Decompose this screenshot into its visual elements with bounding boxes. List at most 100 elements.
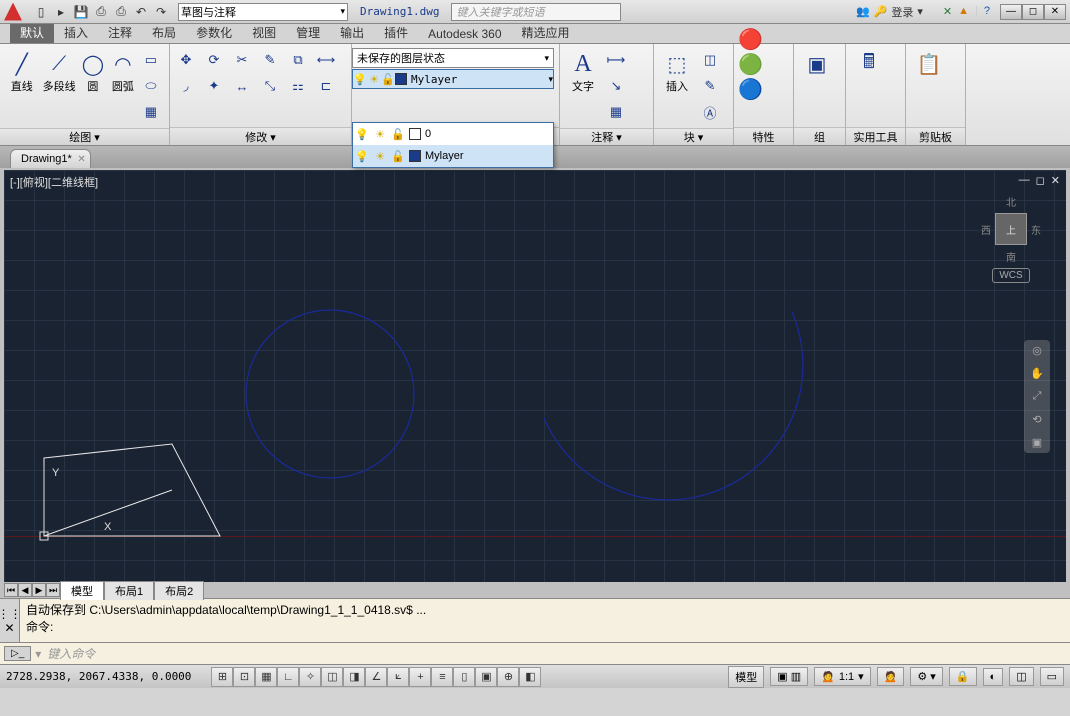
create-block-icon[interactable]: ◫ <box>698 48 722 72</box>
trim-icon[interactable]: ✂ <box>230 48 254 72</box>
circle-button[interactable]: ◯圆 <box>79 48 107 124</box>
help-icon[interactable]: ? <box>984 5 990 18</box>
command-input[interactable]: ▷_ ▾ 键入命令 <box>0 642 1070 664</box>
print-icon[interactable]: ⎙ <box>112 3 130 21</box>
app-logo[interactable] <box>4 3 22 21</box>
properties-button[interactable]: 🔴🟢🔵 <box>738 48 776 123</box>
leader-icon[interactable]: ↘ <box>604 74 628 98</box>
layout-tab-2[interactable]: 布局2 <box>154 581 204 600</box>
sb-otrack-icon[interactable]: ∠ <box>365 667 387 687</box>
new-icon[interactable]: ▯ <box>32 3 50 21</box>
clipboard-button[interactable]: 📋 <box>910 48 948 123</box>
command-handle[interactable]: ⋮⋮✕ <box>0 599 20 642</box>
coordinates[interactable]: 2728.2938, 2067.4338, 0.0000 <box>6 670 191 683</box>
sb-ortho-icon[interactable]: ∟ <box>277 667 299 687</box>
saveas-icon[interactable]: ⎙ <box>92 3 110 21</box>
redo-icon[interactable]: ↷ <box>152 3 170 21</box>
stretch-icon[interactable]: ↔ <box>230 74 254 98</box>
layer-color-0[interactable] <box>409 128 421 140</box>
table-icon[interactable]: ▦ <box>604 100 628 124</box>
layer-current-dropdown[interactable]: 💡 ☀ 🔓 Mylayer ▾ <box>352 69 554 89</box>
explode-icon[interactable]: ✦ <box>202 74 226 98</box>
layer-color-mylayer[interactable] <box>409 150 421 162</box>
lt-first-icon[interactable]: ⏮ <box>4 583 18 597</box>
open-icon[interactable]: ▸ <box>52 3 70 21</box>
utilities-button[interactable]: 🖩 <box>850 48 888 123</box>
tab-output[interactable]: 输出 <box>330 22 374 43</box>
tab-annotate[interactable]: 注释 <box>98 22 142 43</box>
a360-icon[interactable]: ▲ <box>958 5 969 18</box>
dimension-icon[interactable]: ⟼ <box>604 48 628 72</box>
layout-tab-model[interactable]: 模型 <box>60 581 104 600</box>
sb-sc-icon[interactable]: ⊕ <box>497 667 519 687</box>
panel-clipboard-label[interactable]: 剪贴板 <box>906 127 965 145</box>
lt-next-icon[interactable]: ▶ <box>32 583 46 597</box>
text-button[interactable]: A文字 <box>564 48 602 124</box>
panel-annotation-label[interactable]: 注释 ▾ <box>560 128 653 145</box>
sb-grid-icon[interactable]: ▦ <box>255 667 277 687</box>
sb-dyn-icon[interactable]: + <box>409 667 431 687</box>
layer-row-0[interactable]: 💡 ☀ 🔓 0 <box>353 123 553 145</box>
minimize-button[interactable]: — <box>1000 4 1022 20</box>
tab-parametric[interactable]: 参数化 <box>186 22 242 43</box>
close-button[interactable]: ✕ <box>1044 4 1066 20</box>
sb-layout-nav[interactable]: ▣ ▥ <box>770 667 808 686</box>
sb-polar-icon[interactable]: ✧ <box>299 667 321 687</box>
workspace-dropdown[interactable]: 草图与注释 <box>178 3 348 21</box>
panel-draw-label[interactable]: 绘图 ▾ <box>0 128 169 145</box>
copy-icon[interactable]: ⧉ <box>286 48 310 72</box>
sb-osnap-icon[interactable]: ◫ <box>321 667 343 687</box>
bulb-icon[interactable]: 💡 <box>355 127 369 141</box>
rotate-icon[interactable]: ⟳ <box>202 48 226 72</box>
panel-group-label[interactable]: 组 <box>794 127 845 145</box>
close-icon[interactable]: ✕ <box>77 154 85 165</box>
sb-tpy-icon[interactable]: ▯ <box>453 667 475 687</box>
panel-block-label[interactable]: 块 ▾ <box>654 128 733 145</box>
maximize-button[interactable]: ◻ <box>1022 4 1044 20</box>
tab-default[interactable]: 默认 <box>10 22 54 43</box>
polyline-button[interactable]: ⟋多段线 <box>41 48 76 124</box>
panel-utilities-label[interactable]: 实用工具 <box>846 127 905 145</box>
layer-list-dropdown[interactable]: 💡 ☀ 🔓 0 💡 ☀ 🔓 Mylayer <box>352 122 554 168</box>
array-icon[interactable]: ⚏ <box>286 74 310 98</box>
sb-annovis-icon[interactable]: 🙍 <box>877 667 905 686</box>
panel-modify-label[interactable]: 修改 ▾ <box>170 127 351 145</box>
sb-snap-icon[interactable]: ⊡ <box>233 667 255 687</box>
orbit-icon[interactable]: ⟲ <box>1032 413 1041 426</box>
tab-plugins[interactable]: 插件 <box>374 22 418 43</box>
erase-icon[interactable]: ✎ <box>258 48 282 72</box>
wcs-button[interactable]: WCS <box>992 268 1029 283</box>
lt-prev-icon[interactable]: ◀ <box>18 583 32 597</box>
sb-lwt-icon[interactable]: ≡ <box>431 667 453 687</box>
ellipse-icon[interactable]: ⬭ <box>139 74 163 98</box>
tab-manage[interactable]: 管理 <box>286 22 330 43</box>
attr-icon[interactable]: Ⓐ <box>698 100 722 124</box>
lock-icon[interactable]: 🔓 <box>391 149 405 163</box>
lock-icon[interactable]: 🔓 <box>391 127 405 141</box>
undo-icon[interactable]: ↶ <box>132 3 150 21</box>
tab-featured[interactable]: 精选应用 <box>512 22 580 43</box>
sb-isolate-icon[interactable]: ◫ <box>1009 667 1033 686</box>
sb-qp-icon[interactable]: ▣ <box>475 667 497 687</box>
sb-clean-icon[interactable]: ▭ <box>1040 667 1064 686</box>
tab-layout[interactable]: 布局 <box>142 22 186 43</box>
command-prompt-icon[interactable]: ▷_ <box>4 646 31 661</box>
steering-wheel-icon[interactable]: ◎ <box>1032 344 1042 357</box>
sb-model-button[interactable]: 模型 <box>728 666 764 688</box>
fillet-icon[interactable]: ◞ <box>174 74 198 98</box>
edit-block-icon[interactable]: ✎ <box>698 74 722 98</box>
sun-icon[interactable]: ☀ <box>373 127 387 141</box>
zoom-icon[interactable]: ⤢ <box>1033 390 1042 403</box>
scale-icon[interactable]: ⤡ <box>258 74 282 98</box>
sb-lock-icon[interactable]: 🔒 <box>949 667 977 686</box>
move-icon[interactable]: ✥ <box>174 48 198 72</box>
sb-hardware-icon[interactable]: ◐ <box>983 668 1004 686</box>
view-cube[interactable]: 北 西 上 东 南 WCS <box>972 194 1050 294</box>
lt-last-icon[interactable]: ⏭ <box>46 583 60 597</box>
panel-properties-label[interactable]: 特性 <box>734 127 793 145</box>
tab-view[interactable]: 视图 <box>242 22 286 43</box>
insert-button[interactable]: ⬚插入 <box>658 48 696 124</box>
sb-ws-icon[interactable]: ⚙ ▾ <box>910 667 942 686</box>
login-area[interactable]: 👥 🔑 登录 ▾ <box>856 4 923 20</box>
sun-icon[interactable]: ☀ <box>373 149 387 163</box>
